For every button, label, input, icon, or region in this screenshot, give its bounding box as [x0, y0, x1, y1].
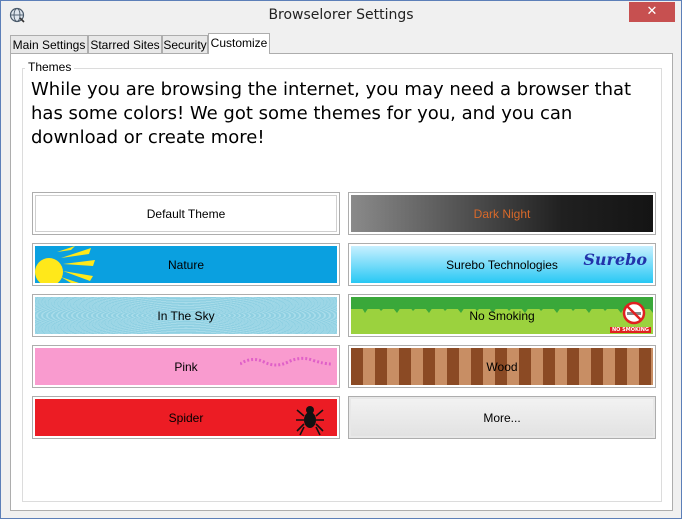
theme-surebo-button[interactable]: Surebo Technologies Surebo — [348, 243, 656, 286]
surebo-logo: Surebo — [583, 250, 647, 269]
no-smoking-sign-text: NO SMOKING — [609, 327, 651, 333]
theme-label: No Smoking — [469, 308, 535, 323]
tab-starred-sites[interactable]: Starred Sites — [88, 35, 162, 54]
close-icon: ✕ — [646, 4, 658, 19]
theme-label: Surebo Technologies — [446, 257, 558, 272]
customize-panel: Themes While you are browsing the intern… — [10, 53, 673, 511]
theme-label: Nature — [167, 257, 205, 272]
close-button[interactable]: ✕ — [629, 2, 675, 22]
no-smoking-icon — [622, 301, 646, 325]
tab-security[interactable]: Security — [162, 35, 208, 54]
window-title: Browselorer Settings — [268, 7, 414, 23]
theme-spider-button[interactable]: Spider — [32, 396, 340, 439]
theme-wood-button[interactable]: Wood — [348, 345, 656, 388]
theme-label: Wood — [486, 359, 518, 374]
theme-label: Spider — [168, 410, 204, 425]
more-themes-button[interactable]: More... — [348, 396, 656, 439]
themes-group-label: Themes — [25, 60, 75, 74]
tab-main-settings[interactable]: Main Settings — [10, 35, 88, 54]
themes-intro-text: While you are browsing the internet, you… — [31, 79, 632, 148]
theme-in-the-sky-button[interactable]: In The Sky — [32, 294, 340, 337]
theme-no-smoking-button[interactable]: No Smoking NO SMOKING — [348, 294, 656, 337]
theme-dark-night-button[interactable]: Dark Night — [348, 192, 656, 235]
theme-default-button[interactable]: Default Theme — [32, 192, 340, 235]
theme-label: Pink — [174, 359, 198, 374]
theme-label: In The Sky — [157, 308, 215, 323]
tab-customize[interactable]: Customize — [208, 33, 270, 54]
settings-window: Browselorer Settings ✕ Main Settings Sta… — [0, 0, 682, 519]
theme-pink-button[interactable]: Pink — [32, 345, 340, 388]
sun-icon — [35, 246, 95, 283]
theme-label: More... — [483, 410, 521, 425]
title-bar[interactable]: Browselorer Settings ✕ — [1, 1, 681, 31]
theme-nature-button[interactable]: Nature — [32, 243, 340, 286]
theme-label: Dark Night — [473, 206, 531, 221]
theme-label: Default Theme — [146, 206, 226, 221]
pink-wave-decoration — [240, 356, 332, 367]
spider-icon — [296, 406, 324, 436]
